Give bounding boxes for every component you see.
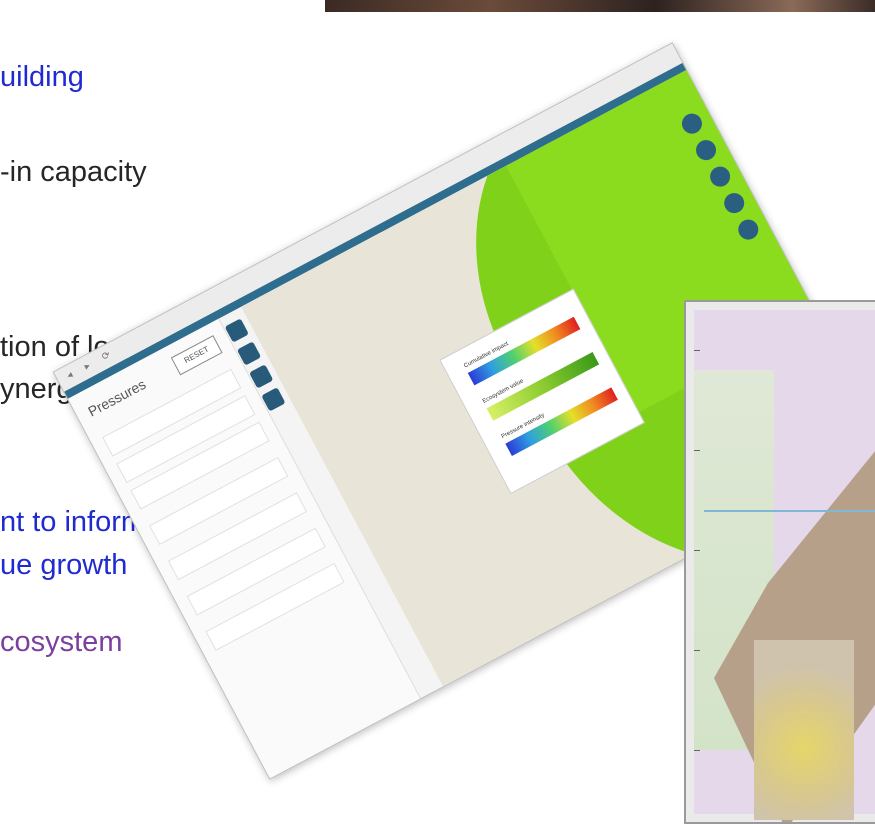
inset-tick [694, 350, 700, 351]
slide-text-line-7: cosystem [0, 626, 123, 658]
inset-tick [694, 550, 700, 551]
inset-region-yellow [754, 640, 854, 820]
slide-text-line-1: uilding [0, 61, 84, 93]
inset-river [704, 510, 875, 512]
reset-button[interactable]: RESET [170, 335, 223, 376]
photo-strip [325, 0, 875, 12]
inset-tick [694, 650, 700, 651]
map-inset [684, 300, 875, 824]
slide-text-line-5: nt to inform [0, 506, 146, 538]
inset-tick [694, 750, 700, 751]
slide-text-line-6: ue growth [0, 549, 128, 581]
inset-tick [694, 450, 700, 451]
inset-map-content [694, 310, 875, 822]
slide-text-line-2: -in capacity [0, 156, 147, 188]
